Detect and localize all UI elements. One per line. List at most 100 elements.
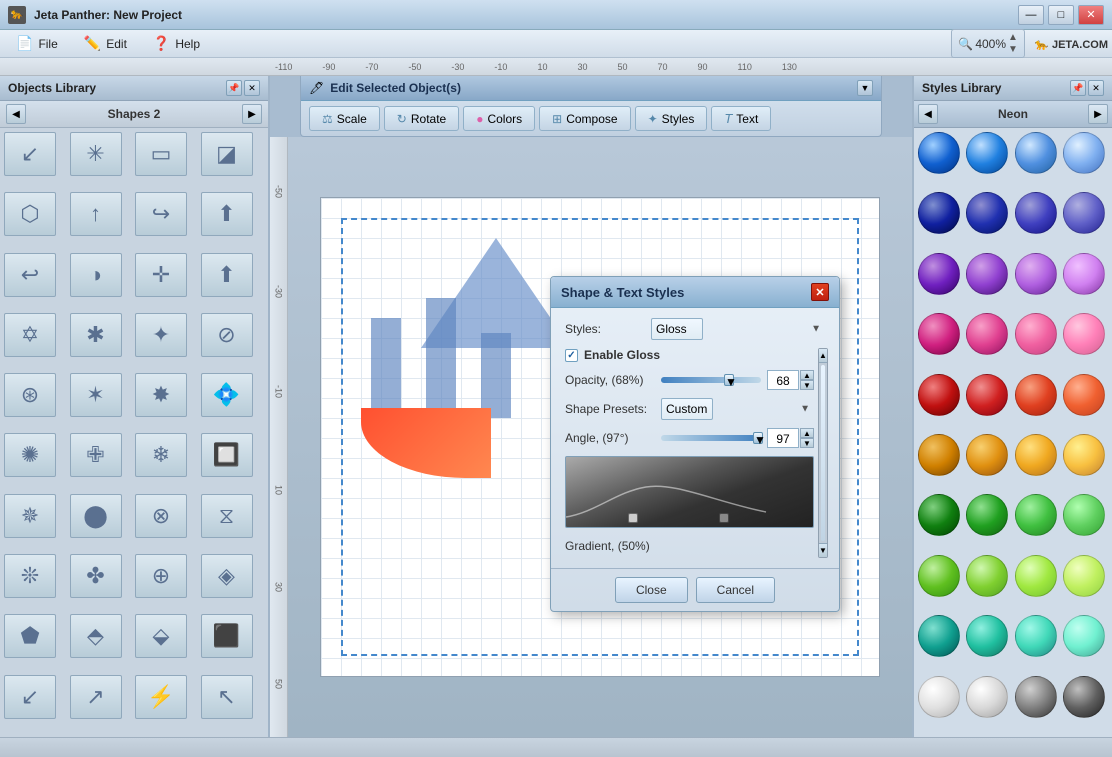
menu-file[interactable]: 📄 File [4, 31, 70, 56]
scrollbar-thumb[interactable] [821, 365, 825, 541]
shape-item[interactable]: ✵ [4, 494, 56, 538]
shape-item[interactable]: ⬆ [201, 253, 253, 297]
compose-button[interactable]: ⊞ Compose [539, 106, 630, 131]
maximize-button[interactable]: □ [1048, 5, 1074, 25]
style-ball[interactable] [966, 192, 1008, 234]
close-button[interactable]: ✕ [1078, 5, 1104, 25]
shape-item[interactable]: ✙ [70, 433, 122, 477]
shape-item[interactable]: ⧖ [201, 494, 253, 538]
style-ball[interactable] [918, 434, 960, 476]
styles-nav-next-button[interactable]: ▶ [1088, 104, 1108, 124]
shape-item[interactable]: ▭ [135, 132, 187, 176]
shape-item[interactable]: 🔲 [201, 433, 253, 477]
shape-item[interactable]: ⊗ [135, 494, 187, 538]
shape-item[interactable]: ◑ [70, 253, 122, 297]
close-button[interactable]: Close [615, 577, 688, 603]
style-ball[interactable] [1063, 494, 1105, 536]
style-ball[interactable] [1015, 676, 1057, 718]
style-ball[interactable] [918, 494, 960, 536]
shape-item[interactable]: ✺ [4, 433, 56, 477]
menu-help[interactable]: ❓ Help [141, 31, 212, 56]
style-ball[interactable] [1015, 374, 1057, 416]
shape-item[interactable]: ⬘ [70, 614, 122, 658]
style-ball[interactable] [1063, 313, 1105, 355]
shape-item[interactable]: ✡ [4, 313, 56, 357]
style-ball[interactable] [1015, 555, 1057, 597]
shape-item[interactable]: ⬟ [4, 614, 56, 658]
style-ball[interactable] [1015, 494, 1057, 536]
shape-item[interactable]: ◪ [201, 132, 253, 176]
style-ball[interactable] [918, 615, 960, 657]
shape-item[interactable]: ↗ [70, 675, 122, 719]
gradient-preview[interactable] [565, 456, 814, 528]
lib-nav-prev-button[interactable]: ◀ [6, 104, 26, 124]
shape-item[interactable]: 💠 [201, 373, 253, 417]
angle-slider[interactable]: ▼ [661, 435, 761, 441]
shape-item[interactable]: ⊛ [4, 373, 56, 417]
scrollbar-up-button[interactable]: ▲ [819, 349, 827, 363]
shape-item[interactable]: ⚡ [135, 675, 187, 719]
style-ball[interactable] [1015, 253, 1057, 295]
style-ball[interactable] [966, 253, 1008, 295]
style-ball[interactable] [918, 313, 960, 355]
panel-pin-button[interactable]: 📌 [226, 80, 242, 96]
menu-edit[interactable]: ✏️ Edit [72, 31, 139, 56]
shape-presets-select[interactable]: Custom Flat Raised Sunken [661, 398, 713, 420]
opacity-thumb[interactable]: ▼ [724, 374, 734, 386]
angle-thumb[interactable]: ▼ [753, 432, 763, 444]
edit-panel-close-button[interactable]: ▼ [857, 80, 873, 96]
shape-item[interactable]: ✱ [70, 313, 122, 357]
modal-close-button[interactable]: ✕ [811, 283, 829, 301]
style-ball[interactable] [1015, 615, 1057, 657]
style-ball[interactable] [918, 555, 960, 597]
shape-item[interactable]: ✳ [70, 132, 122, 176]
cancel-button[interactable]: Cancel [696, 577, 775, 603]
style-ball[interactable] [1015, 132, 1057, 174]
shape-item[interactable]: ⬤ [70, 494, 122, 538]
style-ball[interactable] [1063, 253, 1105, 295]
enable-gloss-checkbox[interactable]: ✓ [565, 349, 578, 362]
shape-item[interactable]: ↑ [70, 192, 122, 236]
shape-item[interactable]: ◈ [201, 554, 253, 598]
opacity-up-button[interactable]: ▲ [800, 370, 814, 380]
minimize-button[interactable]: — [1018, 5, 1044, 25]
shape-item[interactable]: ⊘ [201, 313, 253, 357]
style-ball[interactable] [966, 555, 1008, 597]
styles-button[interactable]: ✦ Styles [635, 106, 708, 131]
shape-item[interactable]: ⬙ [135, 614, 187, 658]
scale-button[interactable]: ⚖ Scale [309, 106, 380, 131]
shape-item[interactable]: ✦ [135, 313, 187, 357]
style-ball[interactable] [966, 313, 1008, 355]
text-button[interactable]: T Text [711, 106, 771, 131]
scrollbar-down-button[interactable]: ▼ [819, 543, 827, 557]
style-ball[interactable] [918, 192, 960, 234]
style-ball[interactable] [918, 374, 960, 416]
shape-item[interactable]: ❊ [4, 554, 56, 598]
styles-select[interactable]: Gloss Matte Metal Custom [651, 318, 703, 340]
shape-item[interactable]: ⬆ [201, 192, 253, 236]
panel-close-button[interactable]: ✕ [244, 80, 260, 96]
colors-button[interactable]: ● Colors [463, 106, 535, 131]
shape-item[interactable]: ↩ [4, 253, 56, 297]
style-ball[interactable] [1015, 192, 1057, 234]
style-ball[interactable] [966, 374, 1008, 416]
style-ball[interactable] [1063, 434, 1105, 476]
shape-item[interactable]: ↪ [135, 192, 187, 236]
style-ball[interactable] [1063, 676, 1105, 718]
shape-item[interactable]: ❄ [135, 433, 187, 477]
opacity-slider[interactable]: ▼ [661, 377, 761, 383]
shape-item[interactable]: ✛ [135, 253, 187, 297]
style-ball[interactable] [1063, 615, 1105, 657]
shape-item[interactable]: ✸ [135, 373, 187, 417]
style-ball[interactable] [918, 676, 960, 718]
style-ball[interactable] [1063, 132, 1105, 174]
shape-item[interactable]: ✶ [70, 373, 122, 417]
shape-item[interactable]: ↙ [4, 675, 56, 719]
shape-item[interactable]: ⊕ [135, 554, 187, 598]
style-ball[interactable] [966, 494, 1008, 536]
styles-nav-prev-button[interactable]: ◀ [918, 104, 938, 124]
style-ball[interactable] [1063, 555, 1105, 597]
angle-down-button[interactable]: ▼ [800, 438, 814, 448]
shape-item[interactable]: ⬛ [201, 614, 253, 658]
style-ball[interactable] [1063, 192, 1105, 234]
